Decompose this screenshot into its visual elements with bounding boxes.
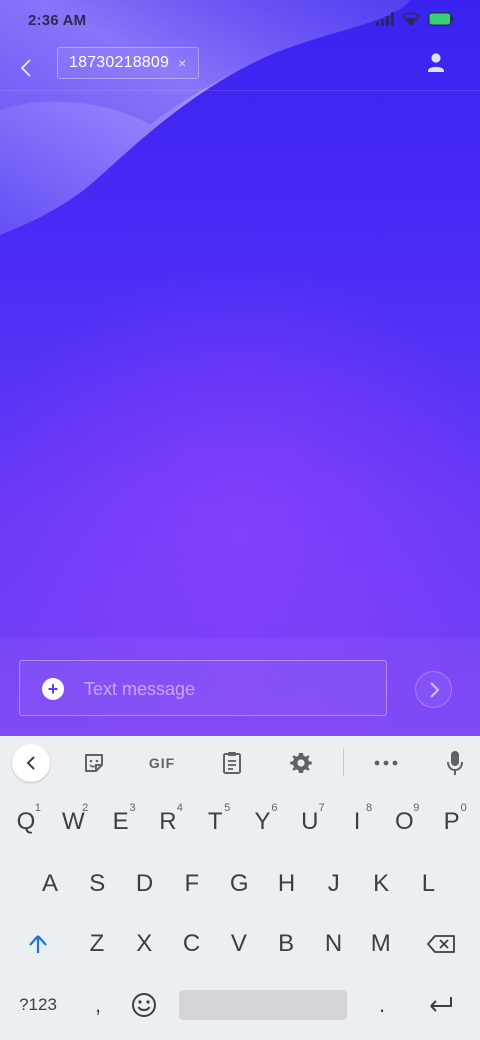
key-z[interactable]: Z <box>77 918 117 970</box>
compose-area: + <box>0 638 480 736</box>
back-button[interactable] <box>12 50 40 86</box>
contact-button[interactable] <box>426 52 446 74</box>
battery-icon <box>428 12 454 26</box>
key-label: U <box>301 808 319 835</box>
recipient-number: 18730218809 <box>69 54 170 71</box>
key-hint: 8 <box>365 802 373 814</box>
symbols-key[interactable]: ?123 <box>12 979 64 1031</box>
key-hint: 9 <box>413 802 420 814</box>
status-time: 2:36 AM <box>28 12 87 29</box>
key-m[interactable]: M <box>361 918 401 970</box>
gear-icon <box>290 753 312 773</box>
send-button[interactable] <box>415 671 452 708</box>
key-b[interactable]: B <box>266 918 306 970</box>
key-g[interactable]: G <box>219 858 259 910</box>
shift-arrow-icon <box>29 935 47 953</box>
emoji-icon <box>132 993 156 1017</box>
key-label: Y <box>254 808 271 835</box>
app-bar-divider <box>0 90 480 91</box>
status-bar: 2:36 AM <box>0 0 480 44</box>
toolbar-divider <box>343 748 344 776</box>
backspace-icon <box>427 935 455 953</box>
key-l[interactable]: L <box>408 858 448 910</box>
chip-close-icon[interactable]: × <box>178 56 186 70</box>
wifi-icon <box>402 12 420 26</box>
key-label: I <box>353 808 361 835</box>
key-v[interactable]: V <box>219 918 259 970</box>
key-c[interactable]: C <box>172 918 212 970</box>
key-hint: 3 <box>129 802 136 814</box>
messaging-screen: 2:36 AM 18730218809 × + Text message GIF… <box>0 0 480 1040</box>
app-bar: 18730218809 × <box>0 44 480 92</box>
key-hint: 5 <box>224 802 231 814</box>
key-label: T <box>207 808 223 835</box>
key-j[interactable]: J <box>314 858 354 910</box>
space-key[interactable] <box>179 990 347 1020</box>
signal-icon <box>376 12 394 26</box>
key-hint: 6 <box>271 802 278 814</box>
sticker-icon <box>85 754 103 772</box>
gif-button[interactable]: GIF <box>143 750 181 776</box>
clipboard-button[interactable] <box>218 750 246 776</box>
status-icons <box>376 12 454 26</box>
mic-icon <box>447 751 463 775</box>
key-i[interactable]: I8 <box>337 796 377 848</box>
comma-key[interactable]: , <box>78 979 118 1031</box>
key-d[interactable]: D <box>125 858 165 910</box>
key-hint: 4 <box>176 802 183 814</box>
compose-box: + <box>19 660 387 716</box>
key-w[interactable]: W2 <box>53 796 93 848</box>
emoji-key[interactable] <box>124 979 164 1031</box>
key-k[interactable]: K <box>361 858 401 910</box>
chevron-right-icon <box>429 681 440 698</box>
sticker-button[interactable] <box>80 750 108 776</box>
key-x[interactable]: X <box>124 918 164 970</box>
enter-icon <box>430 997 452 1012</box>
enter-key[interactable] <box>421 979 461 1031</box>
voice-input-button[interactable] <box>442 750 468 776</box>
key-hint: 2 <box>82 802 89 814</box>
key-hint: 1 <box>34 802 41 814</box>
clipboard-icon <box>223 752 241 774</box>
key-a[interactable]: A <box>30 858 70 910</box>
chevron-left-icon <box>26 756 35 770</box>
key-hint: 0 <box>460 802 467 814</box>
key-p[interactable]: P0 <box>432 796 472 848</box>
key-s[interactable]: S <box>77 858 117 910</box>
key-label: O <box>395 808 414 835</box>
key-label: Q <box>16 808 36 835</box>
recipient-chip[interactable]: 18730218809 × <box>57 47 199 79</box>
add-attachment-button[interactable]: + <box>42 678 64 700</box>
key-q[interactable]: Q1 <box>6 796 46 848</box>
more-button[interactable] <box>372 750 400 776</box>
keyboard-toolbar: GIF <box>0 736 480 790</box>
keyboard: G I F Q 1 W 2 E 3 R 4 T 5 Y 6 U 7 I 8 O 9 … <box>0 736 480 1040</box>
key-e[interactable]: E3 <box>101 796 141 848</box>
backspace-key[interactable] <box>421 918 461 970</box>
key-y[interactable]: Y6 <box>243 796 283 848</box>
key-label: E <box>112 808 129 835</box>
keyboard-collapse-button[interactable] <box>12 744 50 782</box>
chevron-left-icon <box>20 59 31 77</box>
key-label: P <box>443 808 460 835</box>
person-icon <box>428 53 444 72</box>
settings-button[interactable] <box>287 750 315 776</box>
key-o[interactable]: O9 <box>384 796 424 848</box>
key-hint: 7 <box>318 802 325 814</box>
key-r[interactable]: R4 <box>148 796 188 848</box>
key-h[interactable]: H <box>267 858 307 910</box>
key-label: R <box>159 808 177 835</box>
period-key[interactable]: . <box>362 979 402 1031</box>
key-u[interactable]: U7 <box>290 796 330 848</box>
shift-key[interactable] <box>18 918 58 970</box>
message-input[interactable] <box>84 675 374 703</box>
key-f[interactable]: F <box>172 858 212 910</box>
key-n[interactable]: N <box>314 918 354 970</box>
key-t[interactable]: T5 <box>195 796 235 848</box>
more-horizontal-icon <box>374 760 398 766</box>
